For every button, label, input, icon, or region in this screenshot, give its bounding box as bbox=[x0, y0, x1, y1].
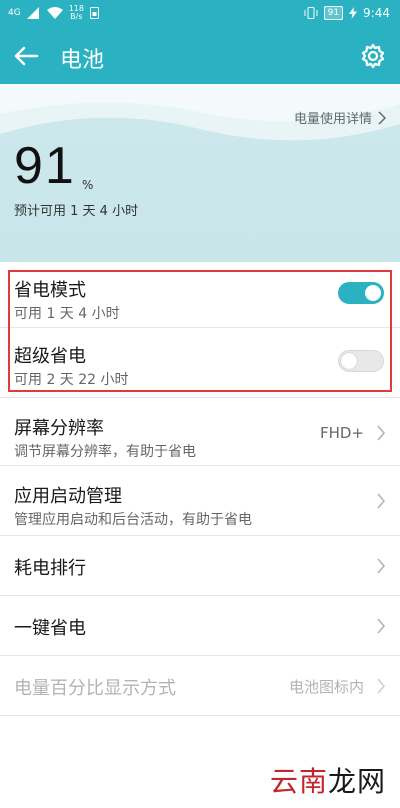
resolution-sub: 调节屏幕分辨率，有助于省电 bbox=[14, 444, 196, 460]
row-ranking[interactable]: 耗电排行 bbox=[0, 536, 400, 596]
battery-indicator: 91 bbox=[323, 6, 344, 20]
toggle-knob bbox=[341, 353, 357, 369]
resolution-value: FHD+ bbox=[319, 424, 364, 442]
one-key-title: 一键省电 bbox=[14, 618, 86, 639]
watermark-black: 龙网 bbox=[327, 765, 386, 798]
ultra-saving-toggle[interactable] bbox=[338, 350, 384, 372]
toggle-knob bbox=[365, 285, 381, 301]
status-left: 4G 118 B/s bbox=[8, 5, 99, 21]
row-resolution[interactable]: 屏幕分辨率 调节屏幕分辨率，有助于省电 FHD+ bbox=[0, 398, 400, 466]
vibrate-icon bbox=[304, 7, 318, 19]
ultra-saving-sub: 可用 2 天 22 小时 bbox=[14, 372, 129, 388]
status-bar: 4G 118 B/s 91 9:44 bbox=[0, 0, 400, 28]
settings-list: 省电模式 可用 1 天 4 小时 超级省电 可用 2 天 22 小时 屏幕分辨率… bbox=[0, 262, 400, 716]
power-saving-title: 省电模式 bbox=[14, 280, 86, 301]
chevron-right-icon bbox=[377, 425, 386, 441]
watermark-red: 云南 bbox=[269, 765, 328, 798]
app-bar: 电池 bbox=[0, 28, 400, 84]
clock: 9:44 bbox=[363, 6, 390, 20]
chevron-right-icon bbox=[377, 678, 386, 694]
chevron-right-icon bbox=[377, 618, 386, 634]
chevron-right-icon bbox=[378, 110, 386, 125]
network-speed: 118 B/s bbox=[69, 5, 84, 21]
row-power-saving[interactable]: 省电模式 可用 1 天 4 小时 bbox=[0, 262, 400, 328]
chevron-right-icon bbox=[377, 493, 386, 509]
speed-unit: B/s bbox=[70, 12, 83, 21]
app-launch-title: 应用启动管理 bbox=[14, 486, 122, 507]
power-saving-toggle[interactable] bbox=[338, 282, 384, 304]
percent-display-title: 电量百分比显示方式 bbox=[14, 678, 176, 699]
ultra-saving-title: 超级省电 bbox=[14, 346, 86, 367]
status-right: 91 9:44 bbox=[304, 6, 390, 20]
back-button[interactable] bbox=[10, 40, 42, 72]
ranking-title: 耗电排行 bbox=[14, 558, 86, 579]
power-saving-sub: 可用 1 天 4 小时 bbox=[14, 306, 120, 322]
wifi-icon bbox=[46, 7, 63, 19]
signal-label: 4G bbox=[8, 7, 21, 18]
sim-icon bbox=[89, 7, 99, 19]
battery-summary: 电量使用详情 91 % 预计可用 1 天 4 小时 bbox=[0, 84, 400, 262]
gear-icon bbox=[361, 43, 385, 69]
row-one-key[interactable]: 一键省电 bbox=[0, 596, 400, 656]
app-launch-sub: 管理应用启动和后台活动，有助于省电 bbox=[14, 512, 252, 528]
page-title: 电池 bbox=[60, 48, 105, 73]
battery-percent: 91 bbox=[14, 137, 76, 195]
chevron-right-icon bbox=[377, 558, 386, 574]
resolution-title: 屏幕分辨率 bbox=[14, 418, 104, 439]
arrow-left-icon bbox=[14, 46, 39, 66]
estimated-time: 预计可用 1 天 4 小时 bbox=[14, 204, 139, 219]
signal-icon bbox=[26, 7, 39, 19]
usage-detail-link[interactable]: 电量使用详情 bbox=[294, 108, 386, 127]
settings-button[interactable] bbox=[360, 43, 386, 69]
percent-unit: % bbox=[82, 178, 94, 192]
row-ultra-saving[interactable]: 超级省电 可用 2 天 22 小时 bbox=[0, 328, 400, 398]
watermark: 云南龙网 bbox=[270, 760, 386, 800]
charging-icon bbox=[349, 7, 358, 19]
usage-detail-label: 电量使用详情 bbox=[293, 112, 372, 127]
percent-display-value: 电池图标内 bbox=[288, 678, 364, 696]
row-app-launch[interactable]: 应用启动管理 管理应用启动和后台活动，有助于省电 bbox=[0, 466, 400, 536]
row-percent-display: 电量百分比显示方式 电池图标内 bbox=[0, 656, 400, 716]
